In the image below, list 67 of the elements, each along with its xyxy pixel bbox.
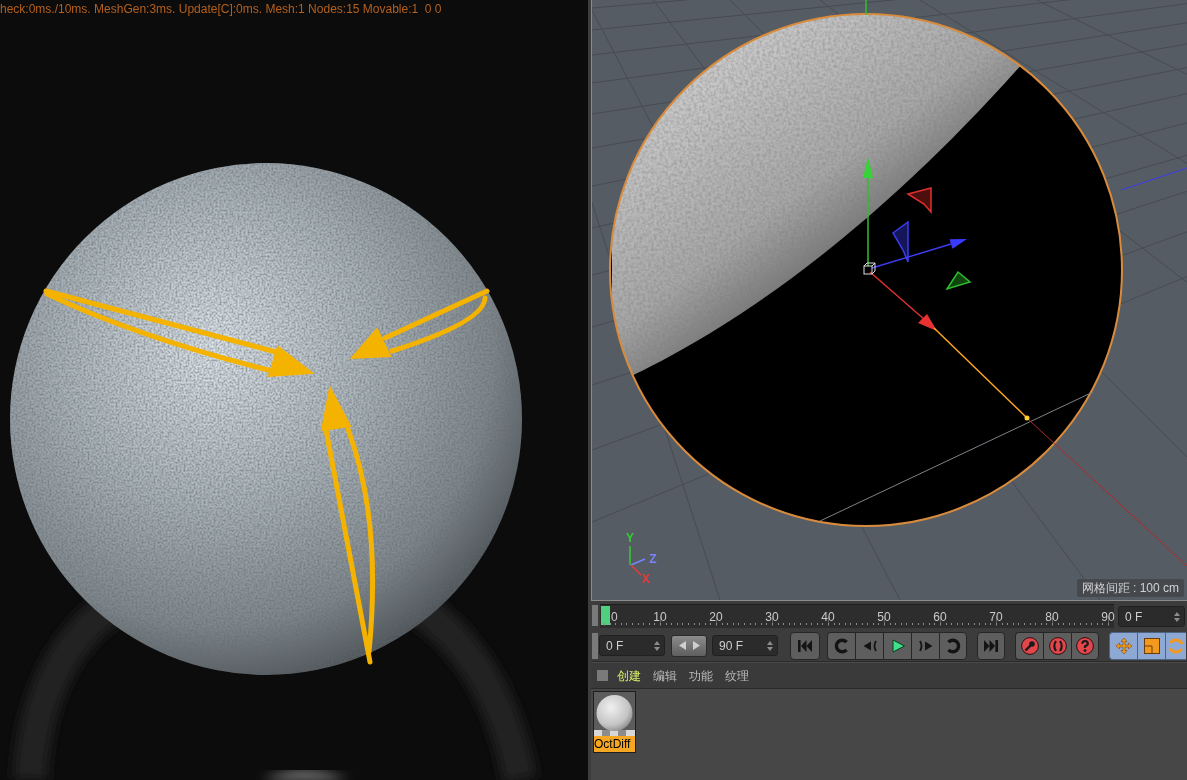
frame-number: 90 <box>1101 610 1115 624</box>
frame-number: 40 <box>821 610 835 624</box>
move-icon <box>1114 636 1133 655</box>
axis-label: X <box>642 572 650 586</box>
axis-label: Z <box>649 552 657 566</box>
plane-handle[interactable] <box>906 187 932 214</box>
first-frame-button[interactable] <box>790 631 820 660</box>
frame-slider-button[interactable] <box>671 634 707 657</box>
brackets-icon <box>1048 636 1067 655</box>
drag-handle[interactable] <box>597 670 608 681</box>
x-axis-handle[interactable] <box>869 271 1030 421</box>
frame-number: 10 <box>653 610 667 624</box>
skip-start-icon <box>797 637 813 654</box>
triangle-left-icon <box>678 641 686 650</box>
rotate-icon <box>1167 636 1185 655</box>
move-tool-button[interactable] <box>1109 631 1137 660</box>
timeline-ruler[interactable]: 0 10 20 30 40 50 60 70 80 90 <box>600 604 1114 628</box>
drag-handle[interactable] <box>592 605 598 626</box>
object-center-icon <box>863 262 876 275</box>
frame-number: 60 <box>933 610 947 624</box>
axis-label: Y <box>626 531 634 545</box>
frame-number: 50 <box>877 610 891 624</box>
frame-number: 0 <box>611 610 618 624</box>
record-key-button[interactable] <box>1015 631 1043 660</box>
key-icon <box>1020 636 1039 655</box>
current-frame-field[interactable]: 0 F <box>1118 606 1185 627</box>
z-axis-handle[interactable] <box>871 239 967 269</box>
drag-handle[interactable] <box>592 632 598 659</box>
arc-icon <box>945 637 961 654</box>
skip-end-icon <box>983 637 999 654</box>
frame-number: 20 <box>709 610 723 624</box>
plane-handle[interactable] <box>892 220 909 263</box>
menu-tab[interactable]: 编辑 <box>653 667 677 684</box>
end-frame-field[interactable]: 90 F <box>712 635 778 656</box>
playhead-marker[interactable] <box>601 606 610 625</box>
menu-tab[interactable]: 纹理 <box>725 667 749 684</box>
scale-icon <box>1142 636 1161 655</box>
previous-key-button[interactable] <box>827 631 855 660</box>
sphere-thumbnail-icon <box>594 692 635 736</box>
spinner-icon <box>654 640 660 651</box>
material-item[interactable]: OctDiff <box>593 691 636 753</box>
frame-number: 70 <box>989 610 1003 624</box>
spinner-icon <box>1174 611 1180 622</box>
keyframe-selection-button[interactable] <box>1071 631 1099 660</box>
rotate-tool-button[interactable] <box>1165 631 1186 660</box>
z-axis-line <box>1120 167 1187 191</box>
auto-key-button[interactable] <box>1043 631 1071 660</box>
next-key-button[interactable] <box>939 631 967 660</box>
grid-spacing-label: 网格间距 : 100 cm <box>1076 579 1184 597</box>
y-axis-handle[interactable] <box>863 157 873 267</box>
plane-handle[interactable] <box>945 270 972 291</box>
spinner-icon <box>767 640 773 651</box>
play-icon <box>889 637 906 654</box>
menu-tab[interactable]: 创建 <box>617 667 641 684</box>
last-frame-button[interactable] <box>977 631 1005 660</box>
play-button[interactable] <box>883 631 911 660</box>
start-frame-field[interactable]: 0 F <box>599 635 665 656</box>
y-axis-line <box>865 0 867 16</box>
triangle-right-icon <box>692 641 700 650</box>
scale-tool-button[interactable] <box>1137 631 1165 660</box>
menu-tab[interactable]: 功能 <box>689 667 713 684</box>
arc-icon <box>833 637 850 654</box>
frame-number: 30 <box>765 610 779 624</box>
question-mark-icon <box>1076 636 1094 655</box>
frame-number: 80 <box>1045 610 1059 624</box>
sphere-object[interactable] <box>609 13 1123 527</box>
render-stats-text: heck:0ms./10ms. MeshGen:3ms. Update[C]:0ms. Mesh:1 Nodes:15 Movable:1 0 0 <box>0 2 442 16</box>
